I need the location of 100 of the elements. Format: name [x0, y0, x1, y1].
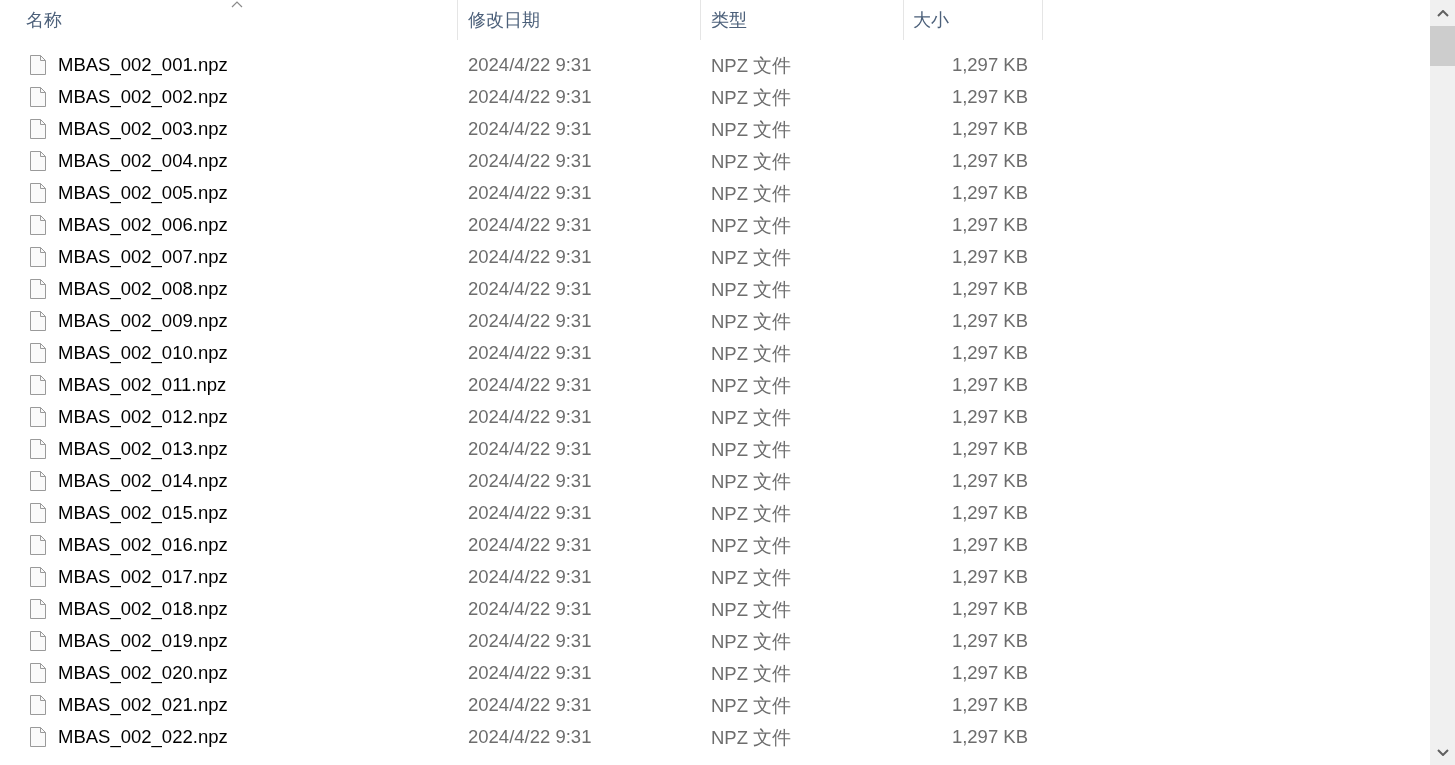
- file-icon: [30, 311, 46, 331]
- date-modified-cell: 2024/4/22 9:31: [468, 598, 592, 620]
- file-type-cell-text: NPZ 文件: [711, 533, 792, 558]
- file-size-cell: 1,297 KB: [951, 694, 1028, 716]
- file-name-cell[interactable]: MBAS_002_009.npz: [58, 310, 228, 332]
- file-type-cell-text: NPZ 文件: [711, 437, 792, 462]
- chevron-down-icon[interactable]: [1436, 749, 1449, 756]
- file-name-cell[interactable]: MBAS_002_012.npz: [58, 406, 228, 428]
- file-type-cell-text: NPZ 文件: [711, 213, 792, 238]
- column-header[interactable]: 名称: [0, 0, 458, 40]
- file-name-cell[interactable]: MBAS_002_001.npz: [58, 54, 228, 76]
- file-size-cell: 1,297 KB: [951, 438, 1028, 460]
- date-modified-cell: 2024/4/22 9:31: [468, 278, 592, 300]
- file-type-cell-text: NPZ 文件: [711, 85, 792, 110]
- date-modified-cell: 2024/4/22 9:31: [468, 694, 592, 716]
- file-name-cell[interactable]: MBAS_002_016.npz: [58, 534, 228, 556]
- date-modified-cell: 2024/4/22 9:31: [468, 374, 592, 396]
- file-name-cell[interactable]: MBAS_002_017.npz: [58, 566, 228, 588]
- file-size-cell: 1,297 KB: [951, 566, 1028, 588]
- file-size-cell: 1,297 KB: [951, 470, 1028, 492]
- file-type-cell-text: NPZ 文件: [711, 277, 792, 302]
- file-size-cell: 1,297 KB: [951, 598, 1028, 620]
- date-modified-cell: 2024/4/22 9:31: [468, 502, 592, 524]
- file-size-cell: 1,297 KB: [951, 214, 1028, 236]
- file-icon: [30, 215, 46, 235]
- file-icon: [30, 87, 46, 107]
- file-icon: [30, 471, 46, 491]
- date-modified-cell: 2024/4/22 9:31: [468, 630, 592, 652]
- file-icon: [30, 375, 46, 395]
- file-size-cell: 1,297 KB: [951, 182, 1028, 204]
- file-name-cell[interactable]: MBAS_002_003.npz: [58, 118, 228, 140]
- column-header[interactable]: 大小: [904, 0, 1043, 40]
- file-name-cell[interactable]: MBAS_002_020.npz: [58, 662, 228, 684]
- file-icon: [30, 55, 46, 75]
- date-modified-cell: 2024/4/22 9:31: [468, 566, 592, 588]
- date-modified-cell: 2024/4/22 9:31: [468, 214, 592, 236]
- file-size-cell: 1,297 KB: [951, 54, 1028, 76]
- file-size-cell: 1,297 KB: [951, 406, 1028, 428]
- file-name-cell[interactable]: MBAS_002_004.npz: [58, 150, 228, 172]
- file-name-cell[interactable]: MBAS_002_022.npz: [58, 726, 228, 748]
- file-type-cell-text: NPZ 文件: [711, 405, 792, 430]
- file-size-cell: 1,297 KB: [951, 86, 1028, 108]
- file-name-cell[interactable]: MBAS_002_019.npz: [58, 630, 228, 652]
- date-modified-cell: 2024/4/22 9:31: [468, 310, 592, 332]
- file-name-cell[interactable]: MBAS_002_002.npz: [58, 86, 228, 108]
- file-icon: [30, 151, 46, 171]
- file-type-cell-text: NPZ 文件: [711, 149, 792, 174]
- file-icon: [30, 343, 46, 363]
- file-type-cell-text: NPZ 文件: [711, 341, 792, 366]
- file-type-cell-text: NPZ 文件: [711, 309, 792, 334]
- file-icon: [30, 439, 46, 459]
- file-type-cell-text: NPZ 文件: [711, 373, 792, 398]
- file-type-cell-text: NPZ 文件: [711, 661, 792, 686]
- file-type-cell-text: NPZ 文件: [711, 469, 792, 494]
- file-size-cell: 1,297 KB: [951, 534, 1028, 556]
- vertical-scrollbar[interactable]: [1430, 0, 1455, 765]
- file-name-cell[interactable]: MBAS_002_010.npz: [58, 342, 228, 364]
- file-icon: [30, 535, 46, 555]
- date-modified-cell: 2024/4/22 9:31: [468, 86, 592, 108]
- date-modified-cell: 2024/4/22 9:31: [468, 182, 592, 204]
- file-size-cell: 1,297 KB: [951, 118, 1028, 140]
- date-modified-cell: 2024/4/22 9:31: [468, 406, 592, 428]
- column-header[interactable]: 修改日期: [458, 0, 701, 40]
- column-header[interactable]: 类型: [701, 0, 904, 40]
- file-icon: [30, 119, 46, 139]
- date-modified-cell: 2024/4/22 9:31: [468, 342, 592, 364]
- file-icon: [30, 567, 46, 587]
- file-icon: [30, 695, 46, 715]
- file-type-cell-text: NPZ 文件: [711, 117, 792, 142]
- file-icon: [30, 727, 46, 747]
- file-size-cell: 1,297 KB: [951, 726, 1028, 748]
- date-modified-cell: 2024/4/22 9:31: [468, 246, 592, 268]
- file-name-cell[interactable]: MBAS_002_013.npz: [58, 438, 228, 460]
- file-name-cell[interactable]: MBAS_002_018.npz: [58, 598, 228, 620]
- date-modified-cell: 2024/4/22 9:31: [468, 54, 592, 76]
- file-name-cell[interactable]: MBAS_002_021.npz: [58, 694, 228, 716]
- file-size-cell: 1,297 KB: [951, 278, 1028, 300]
- file-icon: [30, 663, 46, 683]
- date-modified-cell: 2024/4/22 9:31: [468, 470, 592, 492]
- file-icon: [30, 599, 46, 619]
- file-icon: [30, 183, 46, 203]
- date-modified-cell: 2024/4/22 9:31: [468, 150, 592, 172]
- file-name-cell[interactable]: MBAS_002_007.npz: [58, 246, 228, 268]
- file-size-cell: 1,297 KB: [951, 662, 1028, 684]
- date-modified-cell: 2024/4/22 9:31: [468, 118, 592, 140]
- file-type-cell-text: NPZ 文件: [711, 693, 792, 718]
- file-name-cell[interactable]: MBAS_002_006.npz: [58, 214, 228, 236]
- file-type-cell-text: NPZ 文件: [711, 629, 792, 654]
- chevron-up-icon[interactable]: [1436, 10, 1449, 17]
- file-icon: [30, 503, 46, 523]
- file-icon: [30, 407, 46, 427]
- file-type-cell-text: NPZ 文件: [711, 181, 792, 206]
- file-size-cell: 1,297 KB: [951, 630, 1028, 652]
- file-name-cell[interactable]: MBAS_002_011.npz: [58, 374, 227, 396]
- file-type-cell-text: NPZ 文件: [711, 245, 792, 270]
- file-name-cell[interactable]: MBAS_002_008.npz: [58, 278, 228, 300]
- file-name-cell[interactable]: MBAS_002_015.npz: [58, 502, 228, 524]
- file-name-cell[interactable]: MBAS_002_005.npz: [58, 182, 228, 204]
- file-name-cell[interactable]: MBAS_002_014.npz: [58, 470, 228, 492]
- scrollbar-thumb[interactable]: [1430, 26, 1455, 66]
